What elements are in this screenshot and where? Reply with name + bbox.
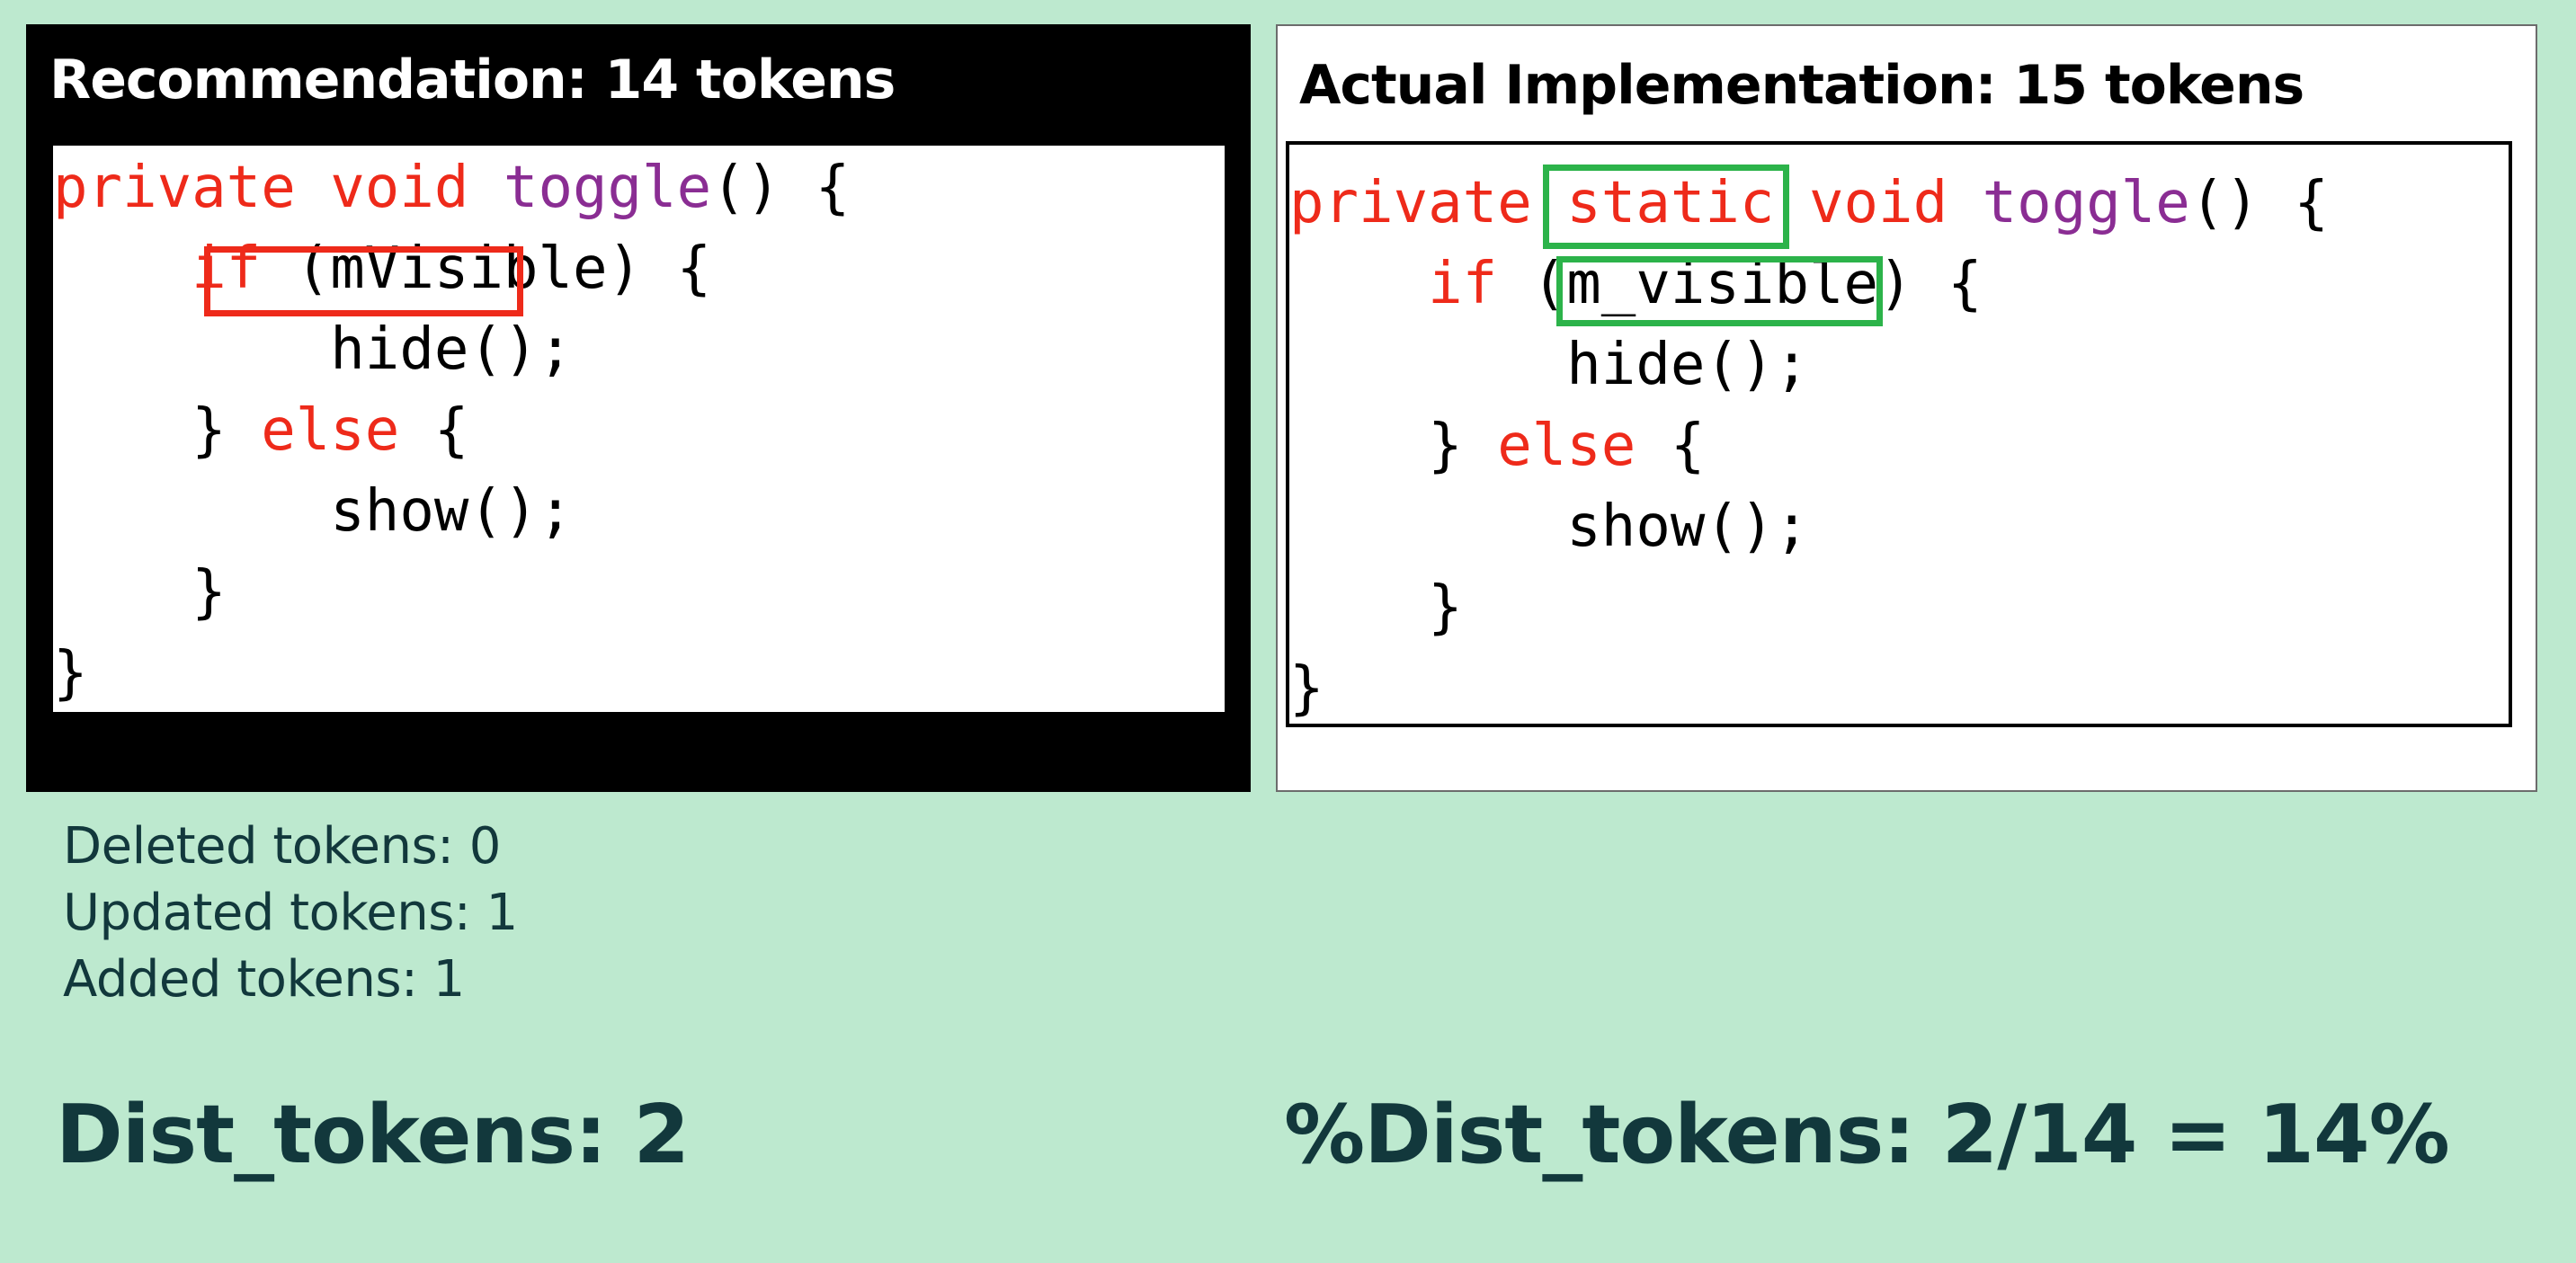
code-keyword: void (330, 155, 469, 221)
percent-dist-tokens: %Dist_tokens: 2/14 = 14% (1284, 1088, 2450, 1182)
code-text: } (53, 559, 227, 626)
actual-implementation-code: private static void toggle() { if (m_vis… (1289, 163, 2329, 729)
recommendation-code-box: private void toggle() { if (mVisible) { … (53, 146, 1225, 712)
recommendation-panel: Recommendation: 14 tokens private void t… (26, 24, 1251, 792)
code-text: } (1289, 574, 1463, 641)
code-line: } (1289, 574, 1463, 641)
actual-implementation-code-box: private static void toggle() { if (m_vis… (1286, 141, 2512, 727)
code-text: } (1289, 413, 1498, 479)
updated-token-highlight (204, 246, 523, 316)
code-line: } else { (1289, 413, 1705, 479)
dist-tokens: Dist_tokens: 2 (56, 1088, 690, 1182)
code-text: show(); (53, 478, 573, 545)
code-text: show(); (1289, 494, 1809, 560)
code-text: hide(); (53, 316, 573, 383)
deleted-tokens-stat: Deleted tokens: 0 (63, 817, 501, 876)
code-line: } else { (53, 397, 468, 464)
added-token-highlight (1543, 165, 1789, 249)
token-stats: Deleted tokens: 0 Updated tokens: 1 Adde… (63, 814, 518, 1013)
code-line: hide(); (53, 316, 573, 383)
code-line: } (53, 559, 227, 626)
code-text: () { (711, 155, 851, 221)
recommendation-title: Recommendation: 14 tokens (49, 49, 896, 111)
code-function-name: toggle (503, 155, 712, 221)
actual-implementation-title: Actual Implementation: 15 tokens (1299, 54, 2304, 117)
code-line: hide(); (1289, 332, 1809, 398)
code-keyword: else (261, 397, 400, 464)
code-function-name: toggle (1982, 170, 2190, 236)
code-keyword: void (1808, 170, 1948, 236)
code-keyword: else (1497, 413, 1636, 479)
added-tokens-stat: Added tokens: 1 (63, 950, 465, 1009)
updated-tokens-stat: Updated tokens: 1 (63, 884, 518, 942)
code-text: } (53, 397, 262, 464)
code-keyword: private (1289, 170, 1532, 236)
code-line: } (1289, 655, 1324, 722)
code-text: } (53, 640, 88, 707)
code-keyword: if (1428, 251, 1498, 317)
code-line: show(); (53, 478, 573, 545)
recommendation-code: private void toggle() { if (mVisible) { … (53, 147, 850, 714)
code-text: { (399, 397, 469, 464)
code-line: } (53, 640, 88, 707)
code-keyword: private (53, 155, 296, 221)
code-line: private void toggle() { (53, 155, 850, 221)
code-text: hide(); (1289, 332, 1809, 398)
actual-implementation-panel: Actual Implementation: 15 tokens private… (1276, 24, 2537, 792)
code-text: } (1289, 655, 1324, 722)
code-text: () { (2189, 170, 2329, 236)
code-line: private static void toggle() { (1289, 170, 2329, 236)
code-line: show(); (1289, 494, 1809, 560)
code-text: { (1636, 413, 1706, 479)
updated-token-highlight-actual (1556, 256, 1883, 326)
